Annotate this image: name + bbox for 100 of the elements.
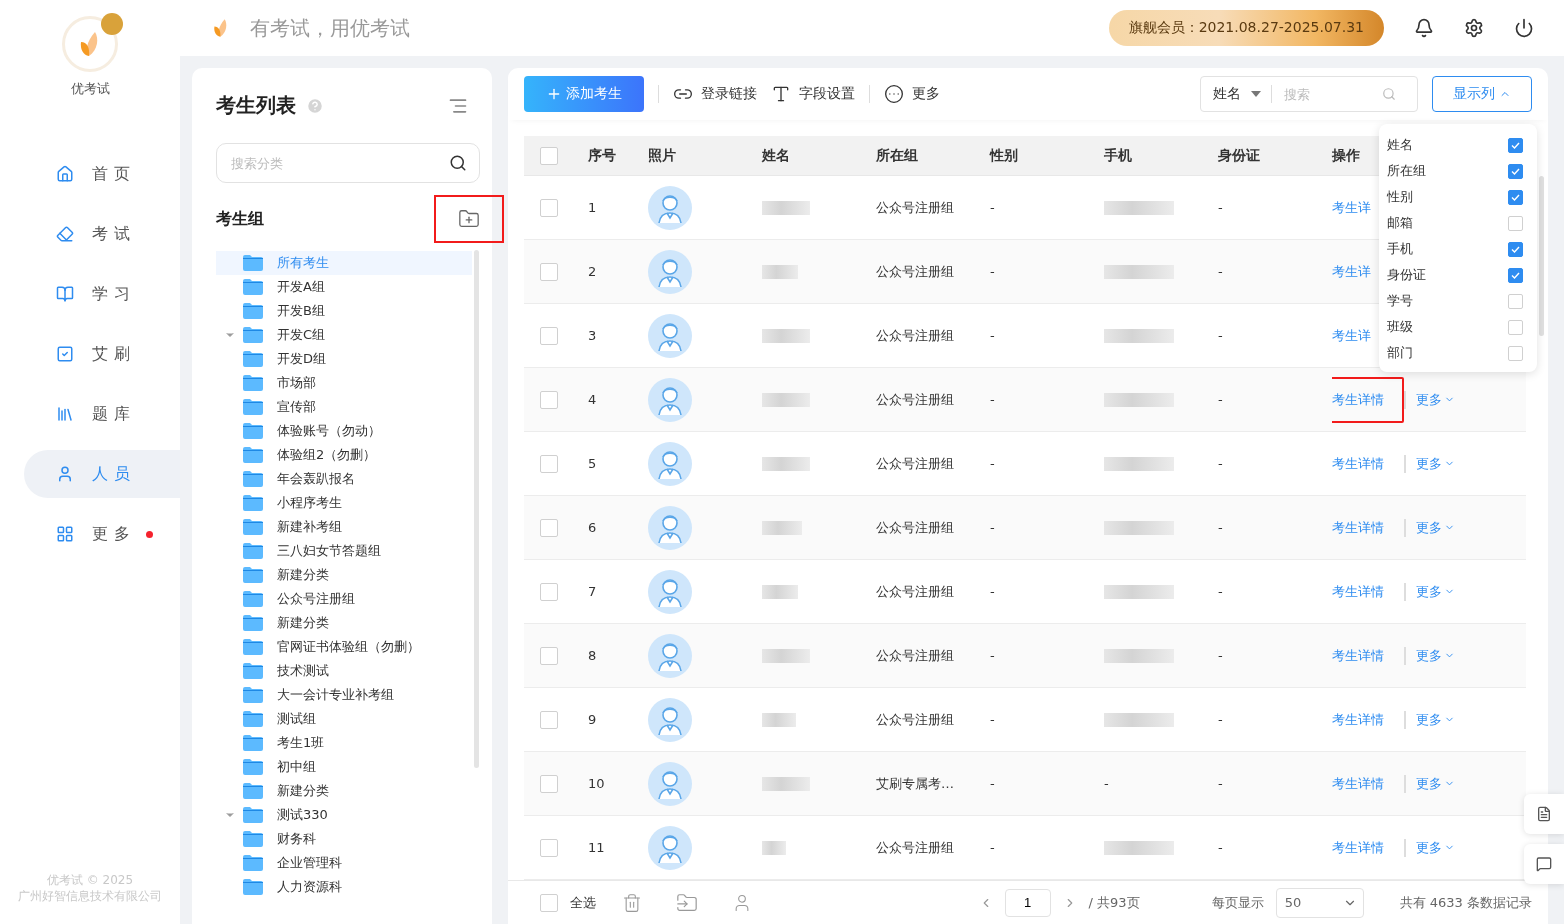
tree-item[interactable]: 企业管理科: [216, 851, 472, 875]
checkbox[interactable]: [1508, 163, 1523, 179]
nav-item[interactable]: 考试: [24, 210, 180, 258]
tree-item[interactable]: 三八妇女节答题组: [216, 539, 472, 563]
details-link[interactable]: 考生详情: [1332, 760, 1404, 807]
table-cell-text: -: [1104, 776, 1110, 791]
checkbox[interactable]: [540, 454, 558, 473]
details-link[interactable]: 考生详情: [1332, 824, 1404, 871]
tree-item[interactable]: 体验账号（勿动）: [216, 419, 472, 443]
tree-item[interactable]: 官网证书体验组（勿删）: [216, 635, 472, 659]
tree-item[interactable]: 开发D组: [216, 347, 472, 371]
checkbox[interactable]: [540, 326, 558, 345]
column-option[interactable]: 邮箱: [1387, 210, 1537, 236]
search-field[interactable]: 搜索分类: [216, 143, 480, 183]
settings-icon[interactable]: [1464, 18, 1484, 38]
page-size-select[interactable]: 50: [1275, 887, 1364, 918]
tree-item[interactable]: 开发C组: [216, 323, 472, 347]
nav-item[interactable]: 更多: [24, 510, 180, 558]
tree-item[interactable]: 市场部: [216, 371, 472, 395]
checkbox[interactable]: [540, 838, 558, 857]
checkbox[interactable]: [540, 582, 558, 601]
tree-item[interactable]: 新建分类: [216, 611, 472, 635]
search-field[interactable]: 姓名 搜索: [1200, 76, 1418, 112]
column-option[interactable]: 身份证: [1387, 262, 1537, 288]
checkbox[interactable]: [1508, 293, 1523, 309]
more-link[interactable]: 更多: [1404, 838, 1455, 857]
column-option[interactable]: 手机: [1387, 236, 1537, 262]
details-link[interactable]: 考生详情: [1332, 632, 1404, 679]
details-link[interactable]: 考生详情: [1332, 376, 1404, 423]
power-icon[interactable]: [1514, 18, 1534, 38]
checkbox[interactable]: [540, 893, 558, 912]
dropdown-icon[interactable]: [1251, 91, 1261, 97]
more-link[interactable]: 更多: [1404, 454, 1455, 473]
tree-item[interactable]: 年会轰趴报名: [216, 467, 472, 491]
checkbox[interactable]: [1508, 345, 1523, 361]
more-link[interactable]: 更多: [1404, 582, 1455, 601]
tree-item[interactable]: 新建补考组: [216, 515, 472, 539]
checkbox[interactable]: [540, 710, 558, 729]
checkbox[interactable]: [540, 646, 558, 665]
select-all-label[interactable]: 全选: [570, 893, 596, 912]
details-link[interactable]: 考生详情: [1332, 504, 1404, 551]
tree-item[interactable]: 体验组2（勿删）: [216, 443, 472, 467]
toolbar-button[interactable]: 更多: [884, 84, 940, 104]
tree-item[interactable]: 人力资源科: [216, 875, 472, 899]
tree-item[interactable]: 开发A组: [216, 275, 472, 299]
tree-item[interactable]: 测试330: [216, 803, 472, 827]
help-icon[interactable]: [306, 96, 324, 115]
tree-item[interactable]: 新建分类: [216, 779, 472, 803]
details-link[interactable]: 考生详情: [1332, 568, 1404, 615]
tree-item[interactable]: 初中组: [216, 755, 472, 779]
checkbox[interactable]: [1508, 137, 1523, 153]
add-folder-button[interactable]: [434, 195, 504, 243]
nav-item[interactable]: 学习: [24, 270, 180, 318]
tree-item[interactable]: 公众号注册组: [216, 587, 472, 611]
checkbox[interactable]: [540, 518, 558, 537]
bell-icon[interactable]: [1414, 18, 1434, 38]
checkbox[interactable]: [540, 390, 558, 409]
search-input[interactable]: 搜索分类: [229, 154, 429, 172]
notes-button[interactable]: [1524, 794, 1564, 834]
column-option[interactable]: 性别: [1387, 184, 1537, 210]
page-input[interactable]: 1: [1004, 888, 1051, 917]
column-header: 操作: [1332, 146, 1360, 165]
checkbox[interactable]: [1508, 267, 1523, 283]
search-input[interactable]: 搜索: [1282, 85, 1372, 103]
checkbox[interactable]: [540, 146, 558, 165]
tree-item[interactable]: 测试组: [216, 707, 472, 731]
column-option[interactable]: 所在组: [1387, 158, 1537, 184]
tree-item[interactable]: 新建分类: [216, 563, 472, 587]
tree-item[interactable]: 大一会计专业补考组: [216, 683, 472, 707]
checkbox[interactable]: [1508, 189, 1523, 205]
tree-item[interactable]: 技术测试: [216, 659, 472, 683]
checkbox[interactable]: [540, 262, 558, 281]
search-icon[interactable]: [449, 154, 467, 172]
more-link[interactable]: 更多: [1404, 710, 1455, 729]
tree-item[interactable]: 开发B组: [216, 299, 472, 323]
tree-item[interactable]: 宣传部: [216, 395, 472, 419]
move-folder-icon[interactable]: [676, 891, 698, 914]
details-link[interactable]: 考生详情: [1332, 696, 1404, 743]
checkbox[interactable]: [1508, 319, 1523, 335]
tree-item[interactable]: 财务科: [216, 827, 472, 851]
checkbox[interactable]: [1508, 215, 1523, 231]
checkbox[interactable]: [540, 198, 558, 217]
columns-button[interactable]: 显示列: [1432, 76, 1532, 112]
column-option[interactable]: 学号: [1387, 288, 1537, 314]
tree-item[interactable]: 考生1班: [216, 731, 472, 755]
nav-item[interactable]: 首页: [24, 150, 180, 198]
nav-item[interactable]: 题库: [24, 390, 180, 438]
checkbox[interactable]: [1508, 241, 1523, 257]
column-option[interactable]: 班级: [1387, 314, 1537, 340]
column-option[interactable]: 姓名: [1387, 132, 1537, 158]
toolbar-button[interactable]: 字段设置: [771, 84, 855, 104]
details-link[interactable]: 考生详情: [1332, 440, 1404, 487]
document-icon: [1536, 806, 1552, 822]
tree-item[interactable]: 小程序考生: [216, 491, 472, 515]
toolbar-button[interactable]: 登录链接: [673, 84, 757, 104]
nav-item[interactable]: 艾刷: [24, 330, 180, 378]
column-option[interactable]: 部门: [1387, 340, 1537, 366]
chat-button[interactable]: [1524, 844, 1564, 884]
delete-icon[interactable]: [622, 892, 642, 913]
checkbox[interactable]: [540, 774, 558, 793]
